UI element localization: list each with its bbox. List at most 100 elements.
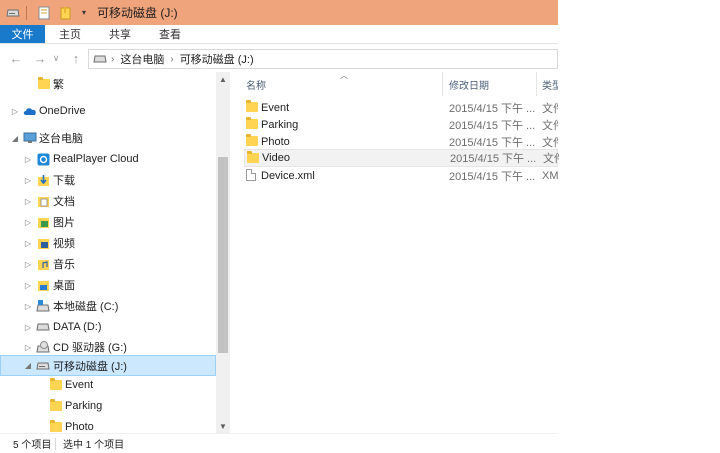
breadcrumb-this-pc[interactable]: 这台电脑 (120, 51, 164, 67)
file-name: Device.xml (261, 169, 315, 182)
file-type: XM (542, 169, 558, 182)
nav-item-this-pc[interactable]: ◢ 这台电脑 (0, 128, 216, 148)
file-date: 2015/4/15 下午 ... (449, 102, 536, 115)
tab-home[interactable]: 主页 (45, 25, 95, 43)
documents-icon (36, 194, 50, 208)
column-header-type[interactable]: 类型 (542, 72, 558, 96)
up-icon[interactable]: ↑ (66, 49, 86, 69)
desktop-icon (36, 278, 50, 292)
status-bar: 5 个项目 选中 1 个项目 (0, 433, 558, 453)
quick-access-toolbar: ▾ (0, 0, 89, 25)
expand-icon[interactable]: ▷ (23, 302, 33, 311)
expand-icon[interactable]: ▷ (23, 343, 33, 352)
file-date: 2015/4/15 下午 ... (449, 119, 536, 132)
file-name: Event (261, 101, 290, 114)
tab-share[interactable]: 共享 (95, 25, 145, 43)
removable-drive-icon (36, 359, 50, 373)
file-row[interactable]: Photo 2015/4/15 下午 ... 文件 (244, 133, 558, 150)
scroll-up-icon[interactable]: ▲ (216, 72, 230, 86)
column-divider[interactable] (536, 72, 537, 96)
music-icon (36, 257, 50, 271)
folder-icon (49, 399, 63, 413)
window-title: 可移动磁盘 (J:) (97, 6, 178, 20)
nav-item-photo[interactable]: Photo (0, 417, 216, 433)
file-name: Photo (261, 135, 290, 148)
folder-icon (246, 100, 258, 112)
nav-item-documents[interactable]: ▷ 文档 (0, 191, 216, 211)
nav-item-downloads[interactable]: ▷ 下载 (0, 170, 216, 190)
scroll-down-icon[interactable]: ▼ (216, 419, 230, 433)
file-date: 2015/4/15 下午 ... (449, 170, 536, 183)
tab-file[interactable]: 文件 (0, 25, 45, 43)
column-header-name[interactable]: 名称 (246, 72, 266, 96)
title-bar: ▾ 可移动磁盘 (J:) (0, 0, 558, 25)
nav-item-onedrive[interactable]: ▷ OneDrive (0, 101, 216, 121)
expand-icon[interactable]: ▷ (23, 260, 33, 269)
nav-item-event[interactable]: Event (0, 375, 216, 395)
folder-icon (37, 77, 51, 91)
navigation-pane: 繁 ▷ OneDrive ◢ 这台电脑 ▷ RealPlayer Cloud ▷ (0, 72, 230, 433)
nav-item-pictures[interactable]: ▷ 图片 (0, 212, 216, 232)
local-disk-icon (36, 299, 50, 313)
realplayer-cloud-icon (36, 152, 50, 166)
file-row[interactable]: Event 2015/4/15 下午 ... 文件 (244, 99, 558, 116)
expand-icon[interactable]: ▷ (23, 239, 33, 248)
expand-icon[interactable]: ▷ (10, 107, 20, 116)
recent-locations-icon[interactable]: ∨ (50, 49, 62, 69)
sort-ascending-icon: ︿ (340, 71, 348, 80)
nav-item-desktop[interactable]: ▷ 桌面 (0, 275, 216, 295)
new-folder-icon[interactable] (57, 4, 75, 22)
back-icon[interactable]: ← (6, 49, 26, 69)
file-name: Parking (261, 118, 299, 131)
file-row[interactable]: Video 2015/4/15 下午 ... 文件 (244, 149, 559, 167)
file-date: 2015/4/15 下午 ... (450, 153, 537, 165)
file-date: 2015/4/15 下午 ... (449, 136, 536, 149)
nav-item-folder[interactable]: 繁 (0, 74, 216, 94)
expand-icon[interactable]: ▷ (23, 155, 33, 164)
folder-icon (246, 117, 258, 129)
expand-icon[interactable]: ▷ (23, 323, 33, 332)
nav-item-removable-drive-j[interactable]: ◢ 可移动磁盘 (J:) (0, 355, 216, 376)
folder-icon (246, 134, 258, 146)
drive-icon (36, 320, 50, 334)
onedrive-icon (23, 104, 37, 118)
nav-item-videos[interactable]: ▷ 视频 (0, 233, 216, 253)
file-type: 文件 (542, 102, 558, 115)
forward-icon[interactable]: → (30, 49, 50, 69)
selection-count: 选中 1 个项目 (63, 440, 125, 451)
scrollbar-thumb[interactable] (218, 157, 228, 353)
nav-item-music[interactable]: ▷ 音乐 (0, 254, 216, 274)
customize-toolbar-icon[interactable]: ▾ (79, 4, 89, 22)
file-name: Video (262, 152, 290, 164)
nav-item-parking[interactable]: Parking (0, 396, 216, 416)
breadcrumb-separator-icon: › (170, 53, 174, 65)
tab-view[interactable]: 查看 (145, 25, 195, 43)
nav-item-data-d[interactable]: ▷ DATA (D:) (0, 317, 216, 337)
properties-icon[interactable] (35, 4, 53, 22)
nav-item-cd-drive-g[interactable]: ▷ CD 驱动器 (G:) (0, 337, 216, 357)
expand-icon[interactable]: ▷ (23, 218, 33, 227)
videos-icon (36, 236, 50, 250)
collapse-icon[interactable]: ◢ (10, 134, 20, 143)
downloads-icon (36, 173, 50, 187)
nav-pane-scrollbar[interactable]: ▲ ▼ (216, 72, 230, 433)
status-divider (55, 438, 56, 450)
file-row[interactable]: Device.xml 2015/4/15 下午 ... XM (244, 167, 558, 184)
expand-icon[interactable]: ▷ (23, 197, 33, 206)
collapse-icon[interactable]: ◢ (23, 361, 33, 370)
expand-icon[interactable]: ▷ (23, 281, 33, 290)
column-divider[interactable] (442, 72, 443, 96)
breadcrumb-separator-icon: › (111, 53, 115, 65)
nav-item-local-disk-c[interactable]: ▷ 本地磁盘 (C:) (0, 296, 216, 316)
explorer-window: ▾ 可移动磁盘 (J:) 文件 主页 共享 查看 ← → ∨ ↑ › 这台电脑 … (0, 0, 559, 453)
expand-icon[interactable]: ▷ (23, 176, 33, 185)
column-header-date[interactable]: 修改日期 (449, 72, 489, 96)
breadcrumb-removable-drive[interactable]: 可移动磁盘 (J:) (180, 51, 254, 67)
ribbon-tabs: 文件 主页 共享 查看 (0, 25, 558, 44)
folder-icon (49, 378, 63, 392)
folder-icon (247, 151, 259, 163)
drive-icon[interactable] (4, 4, 22, 22)
address-bar[interactable]: › 这台电脑 › 可移动磁盘 (J:) (88, 49, 558, 69)
file-row[interactable]: Parking 2015/4/15 下午 ... 文件 (244, 116, 558, 133)
nav-item-realplayer-cloud[interactable]: ▷ RealPlayer Cloud (0, 149, 216, 169)
